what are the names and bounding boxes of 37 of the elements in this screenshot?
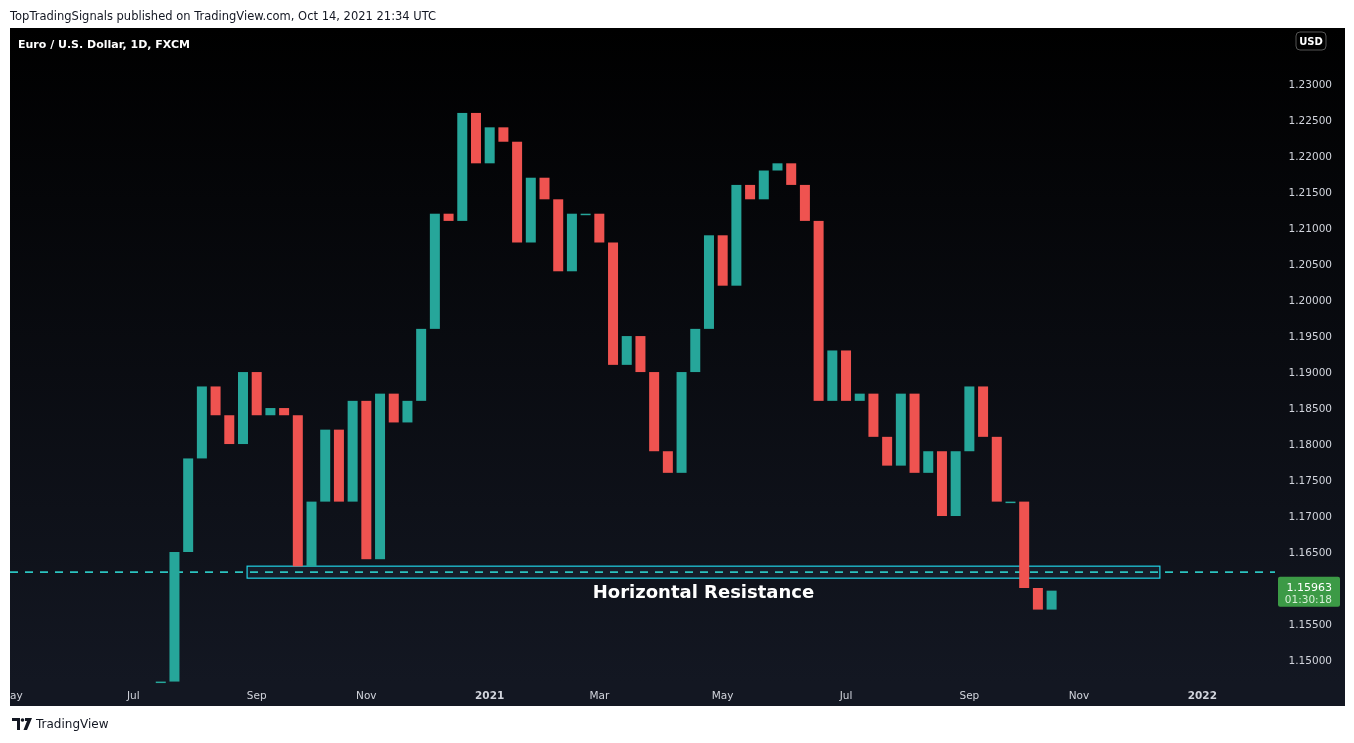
price-label: 1.21000 — [1288, 222, 1332, 235]
date-label: Sep — [959, 689, 980, 701]
currency-label: USD — [1299, 36, 1323, 47]
symbol-title: Euro / U.S. Dollar, 1D, FXCM — [18, 38, 190, 51]
countdown: 01:30:18 — [1284, 592, 1332, 605]
date-label: May — [711, 689, 734, 701]
price-label: 1.19500 — [1288, 330, 1332, 343]
price-label: 1.18000 — [1288, 438, 1332, 451]
zone-label: Horizontal Resistance — [592, 581, 815, 603]
date-label: Nov — [356, 689, 377, 701]
date-label: Sep — [246, 689, 267, 701]
last-price-tag — [1278, 576, 1340, 607]
date-label: 2021 — [475, 689, 505, 701]
price-label: 1.22500 — [1288, 114, 1332, 127]
date-label: Jul — [127, 689, 140, 701]
price-label: 1.15000 — [1288, 653, 1332, 666]
price-label: 1.15500 — [1288, 618, 1332, 630]
price-label: 1.20000 — [1288, 294, 1332, 307]
price-label: 1.18500 — [1288, 402, 1332, 415]
date-label: Jul — [839, 689, 853, 701]
price-label: 1.17500 — [1288, 474, 1332, 487]
date-label: 2022 — [1187, 689, 1217, 701]
currency-badge[interactable] — [1295, 31, 1327, 51]
publisher-line: TopTradingSignals published on TradingView.com, Oct 14, 2021 21:34 UTC — [9, 8, 438, 25]
price-label: 1.16500 — [1288, 546, 1332, 558]
date-label: Nov — [1068, 689, 1090, 701]
date-label: ay — [10, 689, 23, 701]
logo-icon — [12, 718, 32, 730]
price-label: 1.23000 — [1288, 78, 1332, 91]
last-price: 1.15963 — [1286, 580, 1332, 594]
date-label: Mar — [589, 689, 610, 701]
price-label: 1.20500 — [1288, 258, 1332, 271]
brand-name: TradingView — [36, 717, 109, 731]
price-label: 1.21500 — [1288, 186, 1332, 199]
price-label: 1.22000 — [1288, 150, 1332, 163]
price-label: 1.17000 — [1288, 510, 1332, 522]
price-label: 1.19000 — [1288, 366, 1332, 379]
